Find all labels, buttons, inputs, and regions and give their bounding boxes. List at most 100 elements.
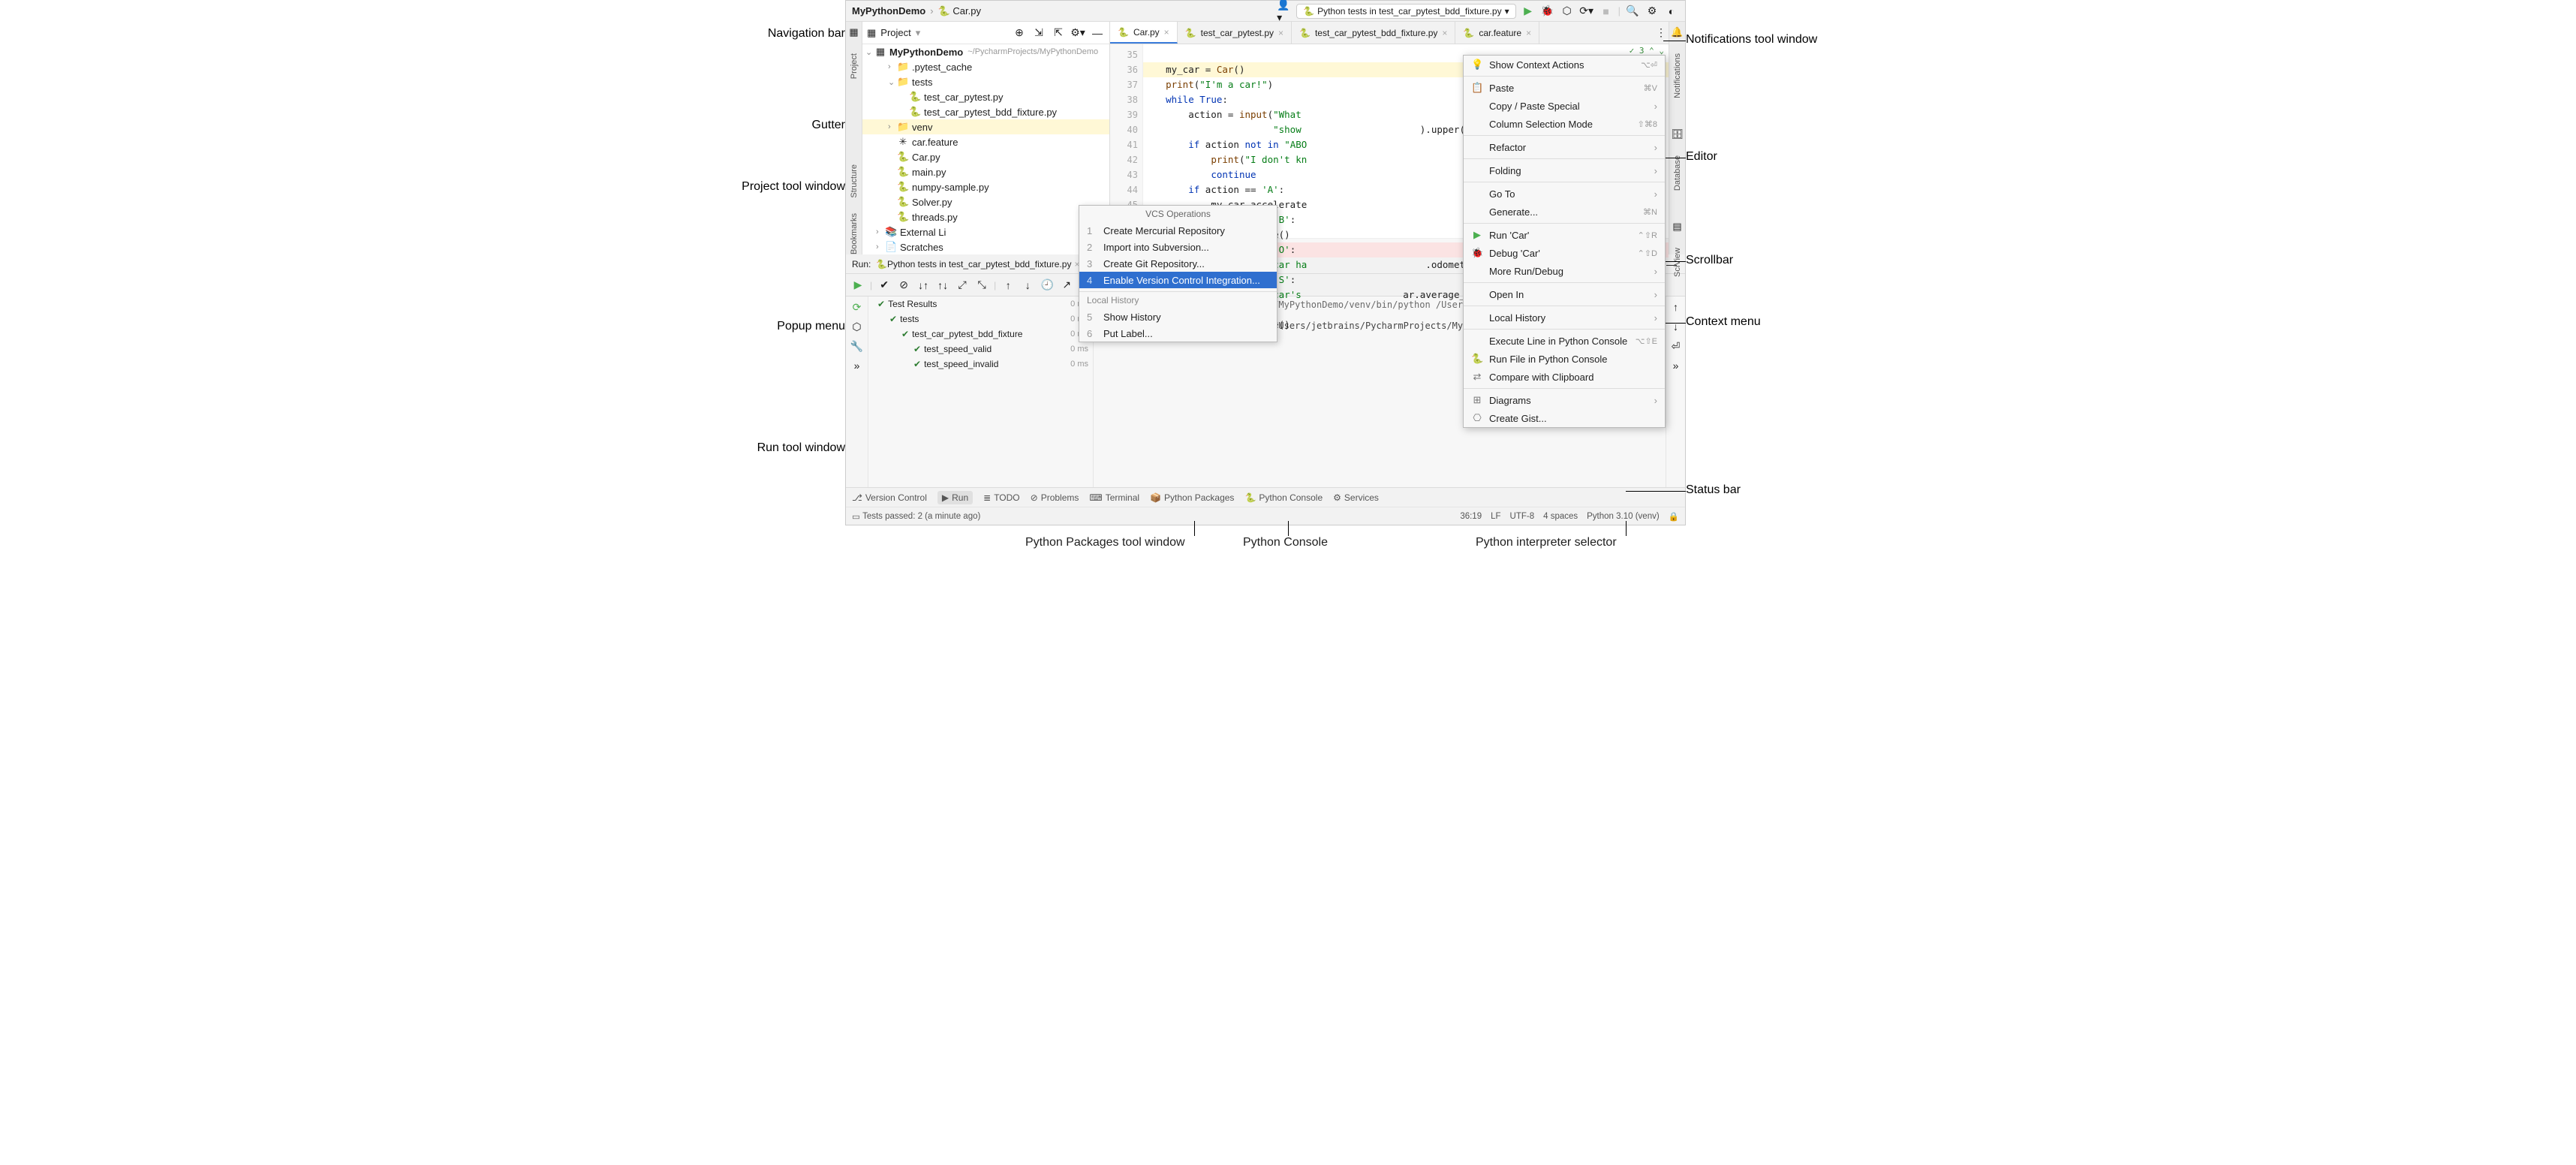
rerun-icon[interactable]: ▶ <box>850 278 865 293</box>
coverage-icon[interactable]: ⬡ <box>1560 4 1575 19</box>
status-message[interactable]: Tests passed: 2 (a minute ago) <box>862 512 980 521</box>
notifications-icon[interactable]: 🔔 <box>1671 26 1683 38</box>
run-config-tab[interactable]: Python tests in test_car_pytest_bdd_fixt… <box>887 259 1071 269</box>
tree-item[interactable]: 🐍numpy-sample.py <box>862 179 1109 194</box>
expand-all-icon[interactable]: ⤢ <box>955 278 970 293</box>
bottom-tab[interactable]: ▶Run <box>937 491 973 504</box>
tree-item[interactable]: 🐍test_car_pytest.py <box>862 89 1109 104</box>
tree-item[interactable]: ›📁venv <box>862 119 1109 134</box>
console-more-icon[interactable]: » <box>1669 358 1684 373</box>
next-icon[interactable]: ↓ <box>1020 278 1035 293</box>
sciview-strip-label[interactable]: SciView <box>1673 248 1682 277</box>
editor-context-menu[interactable]: 💡Show Context Actions⌥⏎ 📋Paste⌘VCopy / Pa… <box>1463 55 1666 428</box>
bottom-tab[interactable]: ⚙Services <box>1333 491 1379 504</box>
wrap-icon[interactable]: ⏎ <box>1669 339 1684 354</box>
vcs-popup-menu[interactable]: VCS Operations 1Create Mercurial Reposit… <box>1079 205 1277 342</box>
popup-item[interactable]: 2Import into Subversion... <box>1079 239 1277 255</box>
notifications-strip-label[interactable]: Notifications <box>1673 53 1682 98</box>
database-icon[interactable]: 🗄 <box>1671 128 1684 140</box>
editor-tab[interactable]: 🐍 test_car_pytest.py × <box>1178 22 1292 44</box>
user-icon[interactable]: 👤▾ <box>1277 4 1292 19</box>
tree-item[interactable]: ✳car.feature <box>862 134 1109 149</box>
close-icon[interactable]: × <box>1164 27 1169 38</box>
bottom-tab[interactable]: ⎇Version Control <box>852 491 927 504</box>
settings-icon[interactable]: ⚙ <box>1645 4 1660 19</box>
history-icon[interactable]: 🕘 <box>1040 278 1055 293</box>
wrench-icon[interactable]: 🔧 <box>850 339 865 354</box>
debug-icon[interactable]: 🐞 <box>1540 4 1555 19</box>
run-icon[interactable]: ▶ <box>1521 4 1536 19</box>
context-menu-item[interactable]: ⎔Create Gist... <box>1464 409 1665 427</box>
prev-icon[interactable]: ↑ <box>1001 278 1016 293</box>
scroll-up-icon[interactable]: ↑ <box>1669 300 1684 315</box>
popup-item[interactable]: 6Put Label... <box>1079 325 1277 342</box>
close-icon[interactable]: × <box>1278 28 1283 38</box>
project-tab-icon[interactable]: ▦ <box>849 26 858 38</box>
hide-icon[interactable]: — <box>1090 26 1105 41</box>
tree-item[interactable]: ⌄📁tests <box>862 74 1109 89</box>
editor-tab[interactable]: 🐍 Car.py × <box>1110 22 1178 44</box>
tree-item[interactable]: 🐍Car.py <box>862 149 1109 164</box>
test-tree[interactable]: ✔Test Results0 ms✔tests0 ms✔test_car_pyt… <box>868 297 1094 487</box>
context-menu-item[interactable]: ⇄Compare with Clipboard <box>1464 368 1665 386</box>
context-menu-item[interactable]: 📋Paste⌘V <box>1464 79 1665 97</box>
bottom-tab[interactable]: 📦Python Packages <box>1150 491 1234 504</box>
run-config-selector[interactable]: 🐍 Python tests in test_car_pytest_bdd_fi… <box>1296 4 1515 19</box>
collapse-icon[interactable]: ⇱ <box>1051 26 1066 41</box>
breadcrumb-file[interactable]: 🐍 Car.py <box>938 5 981 17</box>
close-icon[interactable]: × <box>1442 28 1447 38</box>
test-row[interactable]: ✔test_car_pytest_bdd_fixture0 ms <box>868 327 1093 342</box>
close-icon[interactable]: × <box>1526 28 1531 38</box>
popup-item[interactable]: 5Show History <box>1079 309 1277 325</box>
test-row[interactable]: ✔Test Results0 ms <box>868 297 1093 312</box>
bottom-tab[interactable]: ⌨Terminal <box>1089 491 1139 504</box>
popup-item[interactable]: 1Create Mercurial Repository <box>1079 222 1277 239</box>
gear-icon[interactable]: ⚙▾ <box>1070 26 1085 41</box>
popup-item[interactable]: 3Create Git Repository... <box>1079 255 1277 272</box>
tree-item[interactable]: ›📁.pytest_cache <box>862 59 1109 74</box>
project-strip-label[interactable]: Project <box>850 53 859 79</box>
tabs-menu-icon[interactable]: ⋮ <box>1654 26 1669 41</box>
status-msg-icon[interactable]: ▭ <box>852 511 860 522</box>
stop-side-icon[interactable]: ⬡ <box>850 319 865 334</box>
context-menu-item[interactable]: Open In› <box>1464 285 1665 303</box>
locate-icon[interactable]: ⊕ <box>1012 26 1027 41</box>
context-menu-item[interactable]: ▶Run 'Car'⌃⇧R <box>1464 226 1665 244</box>
line-separator[interactable]: LF <box>1491 512 1500 521</box>
editor-tab[interactable]: 🐍 test_car_pytest_bdd_fixture.py × <box>1292 22 1455 44</box>
expand-icon[interactable]: ⇲ <box>1031 26 1046 41</box>
rerun-side-icon[interactable]: ⟳ <box>850 300 865 315</box>
tree-item[interactable]: 🐍main.py <box>862 164 1109 179</box>
collapse-all-icon[interactable]: ⤡ <box>974 278 989 293</box>
editor-tab[interactable]: 🐍 car.feature × <box>1455 22 1539 44</box>
context-menu-item[interactable]: 💡Show Context Actions⌥⏎ <box>1464 56 1665 74</box>
project-tree[interactable]: ⌄▦MyPythonDemo~/PycharmProjects/MyPython… <box>862 44 1109 254</box>
bottom-tab[interactable]: 🐍Python Console <box>1244 491 1323 504</box>
test-row[interactable]: ✔tests0 ms <box>868 312 1093 327</box>
encoding[interactable]: UTF-8 <box>1510 512 1535 521</box>
database-strip-label[interactable]: Database <box>1673 155 1682 191</box>
context-menu-item[interactable]: Refactor› <box>1464 138 1665 156</box>
interpreter-selector[interactable]: Python 3.10 (venv) <box>1587 512 1660 521</box>
context-menu-item[interactable]: More Run/Debug› <box>1464 262 1665 280</box>
context-menu-item[interactable]: Folding› <box>1464 161 1665 179</box>
context-menu-item[interactable]: Column Selection Mode⇧⌘8 <box>1464 115 1665 133</box>
tree-item[interactable]: ›📄Scratches <box>862 239 1109 254</box>
search-icon[interactable]: 🔍 <box>1625 4 1640 19</box>
bookmarks-strip-label[interactable]: Bookmarks <box>850 213 859 254</box>
context-menu-item[interactable]: Go To› <box>1464 185 1665 203</box>
tree-item[interactable]: 🐍test_car_pytest_bdd_fixture.py <box>862 104 1109 119</box>
tree-item[interactable]: 🐍threads.py <box>862 209 1109 224</box>
context-menu-item[interactable]: 🐞Debug 'Car'⌃⇧D <box>1464 244 1665 262</box>
bottom-tab[interactable]: ≣TODO <box>983 491 1020 504</box>
more-side-icon[interactable]: » <box>850 358 865 373</box>
project-header-label[interactable]: Project <box>880 27 910 38</box>
sort2-icon[interactable]: ↑↓ <box>935 278 950 293</box>
test-row[interactable]: ✔test_speed_valid0 ms <box>868 342 1093 357</box>
context-menu-item[interactable]: Copy / Paste Special› <box>1464 97 1665 115</box>
bottom-tab[interactable]: ⊘Problems <box>1031 491 1079 504</box>
sciview-icon[interactable]: ▤ <box>1672 221 1681 233</box>
test-row[interactable]: ✔test_speed_invalid0 ms <box>868 357 1093 372</box>
tree-item[interactable]: ›📚External Li <box>862 224 1109 239</box>
context-menu-item[interactable]: Local History› <box>1464 309 1665 327</box>
